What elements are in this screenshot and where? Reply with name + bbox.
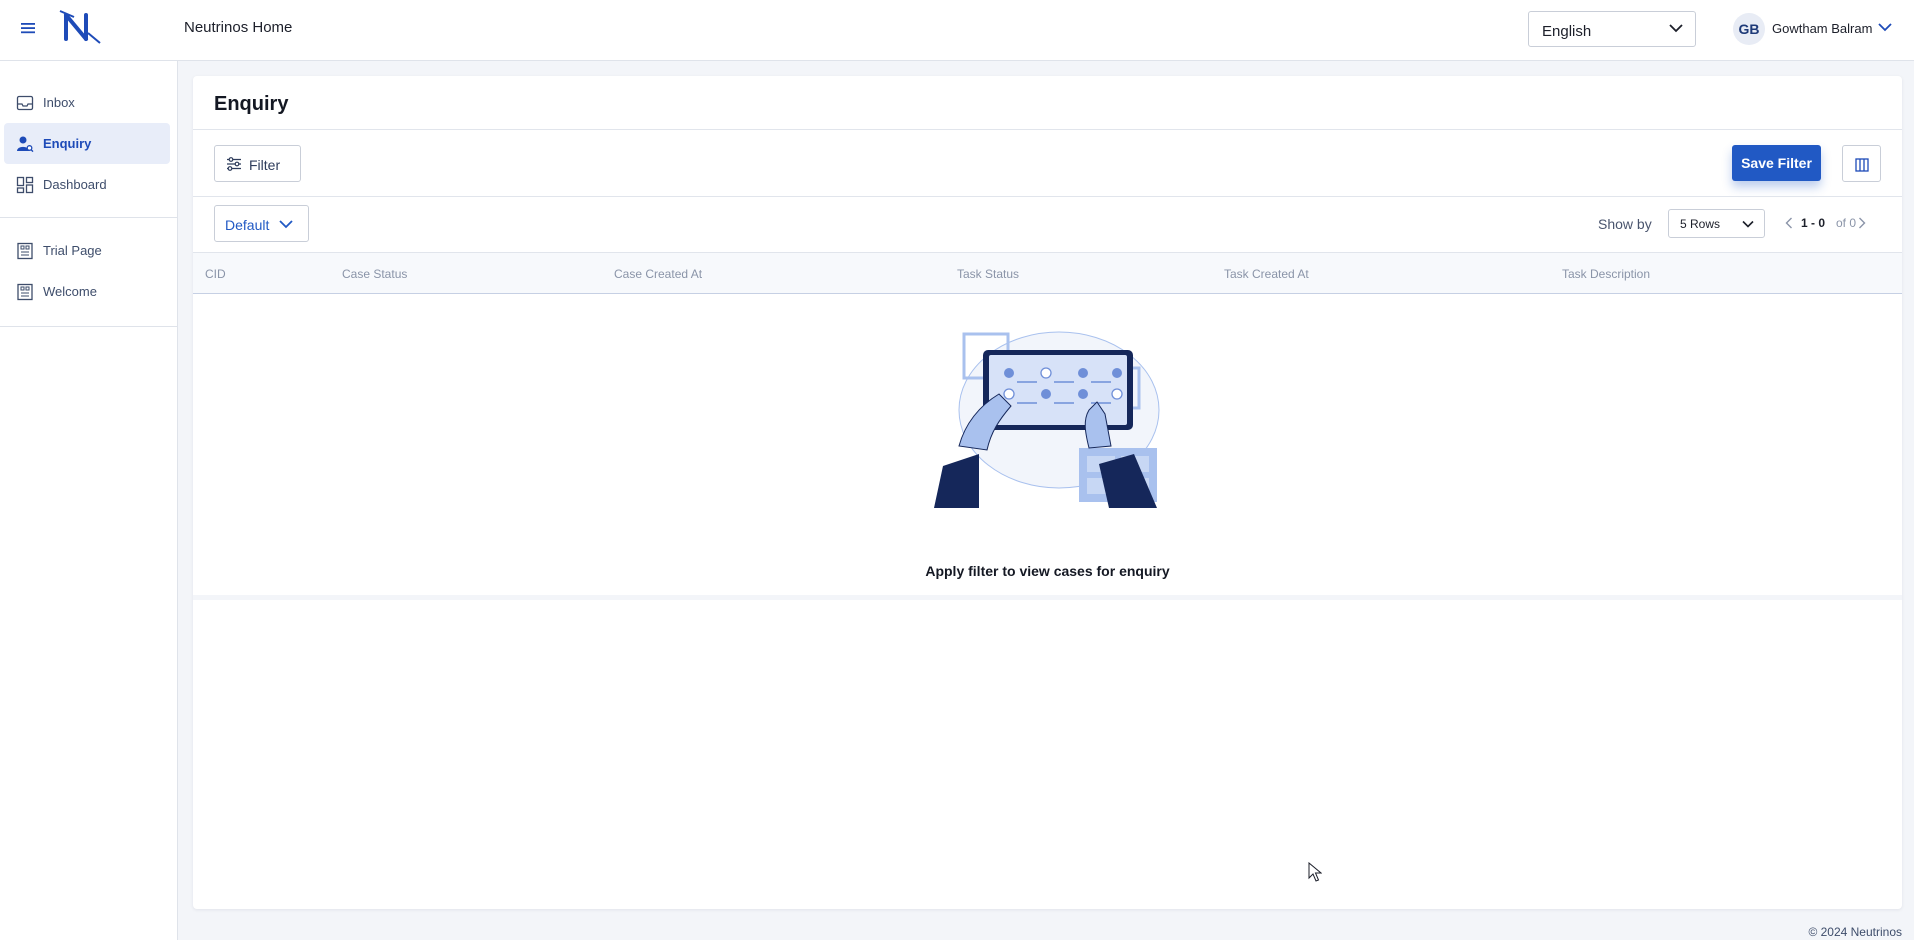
filter-button-label: Filter	[249, 157, 281, 173]
page-icon	[17, 242, 33, 260]
sidebar-item-label: Welcome	[43, 284, 97, 299]
empty-state-tablet-illustration	[934, 331, 1160, 508]
columns-icon	[1855, 158, 1869, 172]
user-name[interactable]: Gowtham Balram	[1772, 21, 1872, 36]
footer-copyright: © 2024 Neutrinos	[1808, 925, 1902, 939]
sidebar-item-label: Trial Page	[43, 243, 102, 258]
chevron-left-icon[interactable]	[1785, 217, 1793, 229]
view-select-value: Default	[225, 217, 270, 233]
save-filter-button[interactable]: Save Filter	[1732, 145, 1821, 181]
sidebar-item-label: Inbox	[43, 95, 75, 110]
sidebar-group-secondary: Trial Page Welcome	[0, 218, 177, 327]
show-by-label: Show by	[1598, 216, 1652, 232]
column-header-task-description[interactable]: Task Description	[1562, 267, 1650, 281]
sidebar-item-inbox[interactable]: Inbox	[4, 82, 170, 123]
enquiry-card: Enquiry Filter Save Filter Default Show …	[193, 76, 1902, 909]
table-header: CID Case Status Case Created At Task Sta…	[193, 252, 1902, 294]
sidebar-item-dashboard[interactable]: Dashboard	[4, 164, 170, 205]
empty-state-message: Apply filter to view cases for enquiry	[925, 563, 1170, 579]
sidebar: Inbox Enquiry Dashboard Trial Page Welco…	[0, 61, 178, 940]
sidebar-item-label: Dashboard	[43, 177, 107, 192]
rows-per-page-value: 5 Rows	[1680, 217, 1721, 231]
avatar[interactable]: GB	[1733, 13, 1765, 45]
chevron-down-icon	[1742, 220, 1754, 228]
pagination-range: 1 - 0	[1801, 216, 1826, 230]
column-header-task-status[interactable]: Task Status	[957, 267, 1019, 281]
sidebar-item-trial-page[interactable]: Trial Page	[4, 230, 170, 271]
page-icon	[17, 283, 33, 301]
sidebar-group-primary: Inbox Enquiry Dashboard	[0, 61, 177, 218]
user-menu-chevron-down-icon[interactable]	[1878, 22, 1892, 32]
column-header-case-status[interactable]: Case Status	[342, 267, 407, 281]
sidebar-item-label: Enquiry	[43, 136, 92, 151]
divider	[193, 595, 1902, 600]
mouse-cursor-icon	[1308, 862, 1322, 882]
page-title: Enquiry	[214, 93, 289, 115]
rows-per-page-select[interactable]: 5 Rows	[1668, 209, 1765, 238]
sidebar-item-enquiry[interactable]: Enquiry	[4, 123, 170, 164]
column-header-task-created-at[interactable]: Task Created At	[1224, 267, 1309, 281]
chevron-down-icon	[1669, 24, 1683, 33]
user-search-icon	[17, 136, 34, 153]
chevron-right-icon[interactable]	[1858, 217, 1866, 229]
view-select-default[interactable]: Default	[214, 205, 309, 242]
column-header-cid[interactable]: CID	[205, 267, 226, 281]
dashboard-grid-icon	[16, 176, 34, 194]
top-header: Neutrinos Home English GB Gowtham Balram	[0, 0, 1914, 61]
chevron-down-icon	[279, 220, 293, 229]
columns-toggle-button[interactable]	[1842, 145, 1881, 182]
hamburger-menu-icon[interactable]	[19, 19, 37, 37]
sliders-icon	[227, 157, 241, 171]
filter-button[interactable]: Filter	[214, 145, 301, 182]
divider	[193, 129, 1902, 130]
column-header-case-created-at[interactable]: Case Created At	[614, 267, 702, 281]
divider	[193, 196, 1902, 197]
neutrinos-logo-icon[interactable]	[58, 9, 102, 45]
app-title: Neutrinos Home	[184, 19, 293, 36]
language-select-value: English	[1542, 23, 1592, 40]
sidebar-item-welcome[interactable]: Welcome	[4, 271, 170, 312]
pagination-total: of 0	[1836, 216, 1857, 230]
inbox-icon	[16, 95, 34, 111]
language-select[interactable]: English	[1528, 11, 1696, 47]
